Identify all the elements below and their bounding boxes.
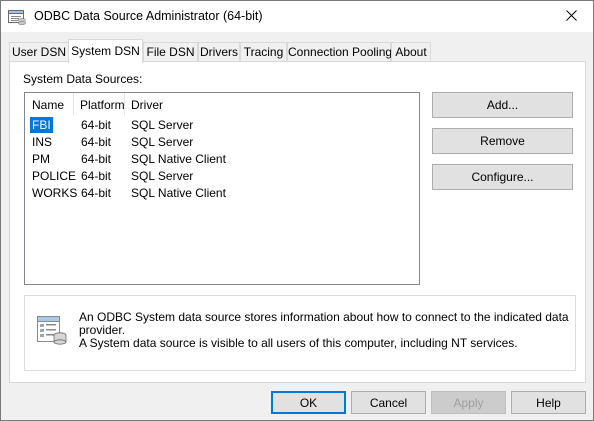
tab-user-dsn[interactable]: User DSN [9,42,69,62]
window-title: ODBC Data Source Administrator (64-bit) [34,9,263,23]
column-divider[interactable] [73,93,74,115]
tab-tracing[interactable]: Tracing [240,42,287,62]
info-box: An ODBC System data source stores inform… [24,295,576,371]
table-row[interactable]: INS 64-bit SQL Server [25,134,419,151]
system-data-sources-label: System Data Sources: [23,72,143,86]
column-header-platform[interactable]: Platform [80,98,125,112]
close-icon [565,9,577,24]
close-button[interactable] [549,1,593,32]
apply-button: Apply [431,391,506,414]
row-driver: SQL Server [131,135,194,149]
table-row[interactable]: FBI 64-bit SQL Server [25,117,419,134]
row-name: WORKS [32,186,78,200]
row-platform: 64-bit [81,135,112,149]
row-name: POLICE [32,169,77,183]
tab-about[interactable]: About [391,42,431,62]
remove-button[interactable]: Remove [432,128,573,154]
row-driver: SQL Native Client [131,152,226,166]
table-row[interactable]: PM 64-bit SQL Native Client [25,151,419,168]
row-platform: 64-bit [81,169,112,183]
help-button[interactable]: Help [511,391,586,414]
tab-connection-pooling[interactable]: Connection Pooling [287,42,392,62]
row-driver: SQL Server [131,118,194,132]
row-name: PM [32,152,50,166]
tab-system-dsn[interactable]: System DSN [68,39,143,63]
list-header: Name Platform Driver [25,93,419,116]
odbc-app-icon [8,8,26,25]
info-line: An ODBC System data source stores inform… [79,310,569,337]
row-name: INS [32,135,53,149]
tab-file-dsn[interactable]: File DSN [143,42,198,62]
tab-drivers[interactable]: Drivers [198,42,240,62]
cancel-button[interactable]: Cancel [351,391,426,414]
system-dsn-panel: System Data Sources: Name Platform Drive… [9,61,586,383]
info-line: A System data source is visible to all u… [79,336,518,350]
info-text: An ODBC System data source stores inform… [79,311,575,350]
title-bar[interactable]: ODBC Data Source Administrator (64-bit) [1,1,593,32]
row-name: FBI [30,117,53,133]
row-driver: SQL Server [131,169,194,183]
row-platform: 64-bit [81,152,112,166]
table-row[interactable]: POLICE 64-bit SQL Server [25,168,419,185]
row-platform: 64-bit [81,118,112,132]
ok-button[interactable]: OK [271,391,346,414]
add-button[interactable]: Add... [432,92,573,118]
column-header-driver[interactable]: Driver [131,98,163,112]
database-document-icon [35,314,67,346]
column-header-name[interactable]: Name [32,98,64,112]
system-data-sources-list[interactable]: Name Platform Driver FBI 64-bit SQL Serv… [24,92,420,285]
configure-button[interactable]: Configure... [432,164,573,190]
column-divider[interactable] [124,93,125,115]
odbc-window: ODBC Data Source Administrator (64-bit) … [0,0,594,421]
row-driver: SQL Native Client [131,186,226,200]
table-row[interactable]: WORKS 64-bit SQL Native Client [25,185,419,202]
row-platform: 64-bit [81,186,112,200]
